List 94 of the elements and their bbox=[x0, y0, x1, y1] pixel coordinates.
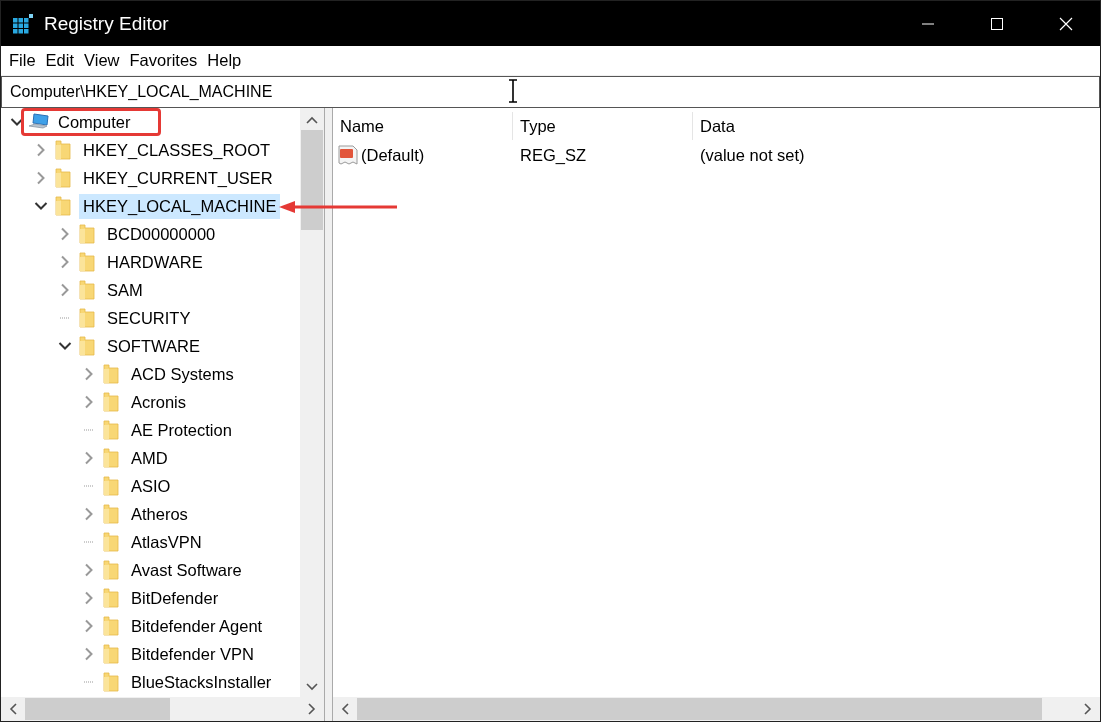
pane-splitter[interactable] bbox=[325, 108, 333, 721]
tree-item[interactable]: BlueStacksInstaller bbox=[127, 669, 276, 695]
vertical-scrollbar[interactable] bbox=[300, 108, 324, 697]
tree-item[interactable]: HARDWARE bbox=[103, 249, 207, 275]
chevron-right-icon[interactable] bbox=[84, 507, 94, 521]
menu-item[interactable]: Edit bbox=[40, 51, 80, 70]
folder-icon bbox=[103, 476, 119, 496]
chevron-right-icon[interactable] bbox=[60, 283, 70, 297]
tree-item[interactable]: BCD00000000 bbox=[103, 221, 220, 247]
tree-item[interactable]: AMD bbox=[127, 445, 172, 471]
chevron-down-icon[interactable] bbox=[10, 117, 24, 127]
folder-icon bbox=[103, 504, 119, 524]
chevron-right-icon[interactable] bbox=[84, 619, 94, 633]
chevron-down-icon[interactable] bbox=[34, 201, 48, 211]
folder-icon bbox=[103, 420, 119, 440]
string-value-icon bbox=[337, 144, 359, 166]
chevron-right-icon[interactable] bbox=[60, 227, 70, 241]
chevron-right-icon[interactable] bbox=[84, 395, 94, 409]
tree-item[interactable]: HKEY_CURRENT_USER bbox=[79, 165, 277, 191]
folder-icon bbox=[103, 392, 119, 412]
tree-item[interactable]: BitDefender bbox=[127, 585, 223, 611]
value-name: (Default) bbox=[361, 145, 425, 165]
horizontal-scrollbar[interactable] bbox=[1, 697, 324, 721]
value-data: (value not set) bbox=[699, 145, 806, 165]
window-title: Registry Editor bbox=[44, 12, 169, 35]
column-header[interactable]: Type bbox=[513, 112, 693, 140]
folder-icon bbox=[79, 336, 95, 356]
tree-connector-icon bbox=[60, 317, 70, 319]
tree-connector-icon bbox=[84, 681, 94, 683]
tree-item[interactable]: Avast Software bbox=[127, 557, 246, 583]
scroll-up-icon[interactable] bbox=[306, 116, 318, 124]
tree-item[interactable]: HKEY_LOCAL_MACHINE bbox=[79, 193, 281, 219]
value-type: REG_SZ bbox=[519, 145, 588, 165]
folder-icon bbox=[103, 532, 119, 552]
tree-item[interactable]: Acronis bbox=[127, 389, 191, 415]
scroll-right-icon[interactable] bbox=[1084, 703, 1092, 715]
tree-connector-icon bbox=[84, 485, 94, 487]
menu-item[interactable]: File bbox=[4, 51, 41, 70]
tree-item[interactable]: SAM bbox=[103, 277, 147, 303]
tree-item[interactable]: Computer bbox=[54, 109, 135, 135]
folder-icon bbox=[79, 308, 95, 328]
tree-item[interactable]: AtlasVPN bbox=[127, 529, 206, 555]
tree-item[interactable]: SOFTWARE bbox=[103, 333, 204, 359]
folder-icon bbox=[103, 644, 119, 664]
chevron-right-icon[interactable] bbox=[84, 591, 94, 605]
folder-icon bbox=[103, 588, 119, 608]
scroll-right-icon[interactable] bbox=[308, 703, 316, 715]
scroll-thumb[interactable] bbox=[25, 698, 170, 720]
folder-icon bbox=[79, 224, 95, 244]
chevron-down-icon[interactable] bbox=[58, 341, 72, 351]
address-field[interactable]: Computer\HKEY_LOCAL_MACHINE bbox=[1, 76, 1100, 108]
folder-icon bbox=[79, 252, 95, 272]
scroll-thumb[interactable] bbox=[301, 130, 323, 230]
chevron-right-icon[interactable] bbox=[60, 255, 70, 269]
maximize-icon[interactable] bbox=[989, 16, 1004, 31]
scroll-down-icon[interactable] bbox=[306, 683, 318, 691]
close-icon[interactable] bbox=[1058, 16, 1073, 31]
tree-item[interactable]: ASIO bbox=[127, 473, 175, 499]
folder-icon bbox=[103, 364, 119, 384]
horizontal-scrollbar[interactable] bbox=[333, 697, 1100, 721]
chevron-right-icon[interactable] bbox=[84, 451, 94, 465]
chevron-right-icon[interactable] bbox=[84, 563, 94, 577]
text-cursor-icon bbox=[507, 79, 519, 103]
folder-icon bbox=[55, 196, 71, 216]
menu-item[interactable]: Help bbox=[202, 51, 247, 70]
chevron-right-icon[interactable] bbox=[84, 647, 94, 661]
folder-icon bbox=[103, 560, 119, 580]
scroll-thumb[interactable] bbox=[357, 698, 1042, 720]
folder-icon bbox=[103, 448, 119, 468]
app-grid-icon bbox=[12, 12, 34, 35]
menu-item[interactable]: Favorites bbox=[124, 51, 203, 70]
menu-item[interactable]: View bbox=[79, 51, 125, 70]
scroll-left-icon[interactable] bbox=[341, 703, 349, 715]
folder-icon bbox=[55, 168, 71, 188]
tree-item[interactable]: Bitdefender VPN bbox=[127, 641, 258, 667]
chevron-right-icon[interactable] bbox=[36, 143, 46, 157]
computer-icon bbox=[28, 113, 50, 131]
column-header[interactable]: Name bbox=[333, 112, 513, 140]
column-header[interactable]: Data bbox=[693, 112, 993, 140]
tree-item[interactable]: ACD Systems bbox=[127, 361, 238, 387]
tree-item[interactable]: SECURITY bbox=[103, 305, 195, 331]
tree-connector-icon bbox=[84, 429, 94, 431]
chevron-right-icon[interactable] bbox=[36, 171, 46, 185]
tree-item[interactable]: Atheros bbox=[127, 501, 192, 527]
scroll-left-icon[interactable] bbox=[9, 703, 17, 715]
folder-icon bbox=[55, 140, 71, 160]
tree-item[interactable]: HKEY_CLASSES_ROOT bbox=[79, 137, 275, 163]
tree-connector-icon bbox=[84, 541, 94, 543]
tree-item[interactable]: Bitdefender Agent bbox=[127, 613, 267, 639]
tree-item[interactable]: AE Protection bbox=[127, 417, 236, 443]
folder-icon bbox=[103, 616, 119, 636]
folder-icon bbox=[103, 672, 119, 692]
folder-icon bbox=[79, 280, 95, 300]
chevron-right-icon[interactable] bbox=[84, 367, 94, 381]
